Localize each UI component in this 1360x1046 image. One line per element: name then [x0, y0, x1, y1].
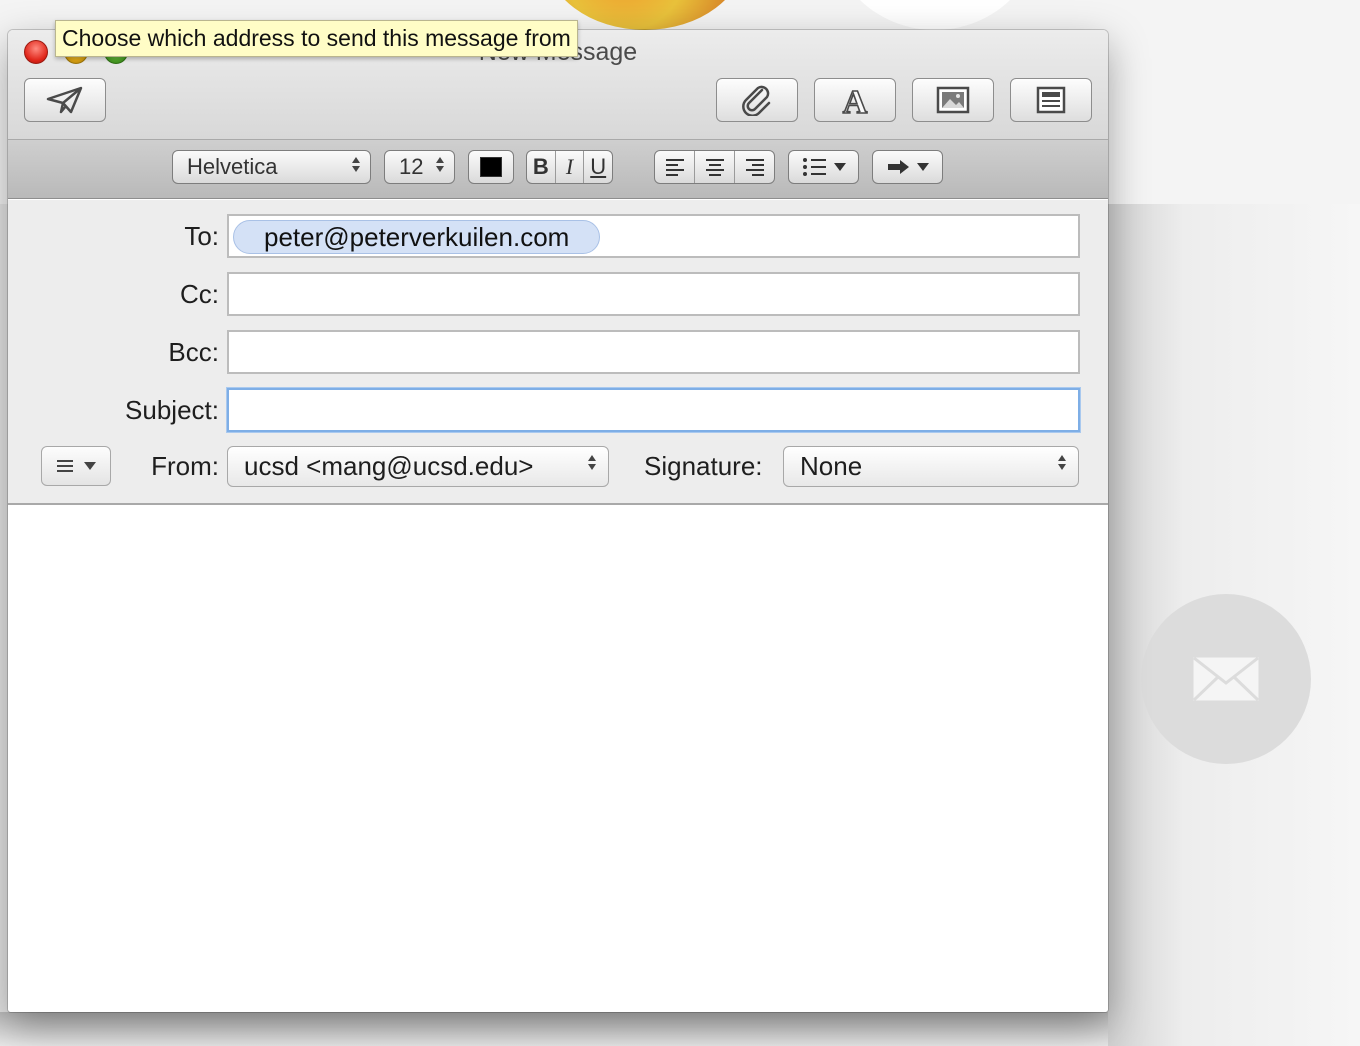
from-account-value: ucsd <mang@ucsd.edu> [244, 451, 534, 481]
list-format-button[interactable] [788, 150, 859, 184]
from-label: From: [151, 451, 219, 481]
font-size-value: 12 [399, 154, 424, 179]
cc-input[interactable] [229, 274, 1078, 314]
to-field[interactable]: peter@peterverkuilen.com [227, 214, 1080, 258]
signature-value: None [800, 451, 863, 481]
align-left-icon [665, 159, 684, 176]
from-account-select[interactable]: ucsd <mang@ucsd.edu> [227, 446, 609, 487]
svg-text:A: A [843, 84, 868, 116]
underline-button[interactable]: U [584, 151, 612, 183]
font-size-select[interactable]: 12 [384, 150, 455, 184]
align-right-button[interactable] [735, 151, 774, 183]
chevron-down-icon [916, 163, 929, 171]
photo-browser-button[interactable] [912, 78, 994, 122]
bulleted-list-icon [802, 158, 826, 176]
message-headers: To: peter@peterverkuilen.com Cc: Bcc: Su… [8, 200, 1108, 505]
text-color-button[interactable] [468, 150, 514, 184]
letter-a-icon: A [842, 84, 869, 116]
format-bar: Helvetica 12 B I U [8, 140, 1108, 199]
signature-select[interactable]: None [783, 446, 1079, 487]
indent-button[interactable] [872, 150, 943, 184]
attach-button[interactable] [716, 78, 798, 122]
recipient-token[interactable]: peter@peterverkuilen.com [233, 220, 601, 254]
bcc-field [227, 330, 1080, 374]
text-alignment-group [654, 150, 775, 184]
bold-button[interactable]: B [527, 151, 556, 183]
photo-browser-icon [936, 86, 970, 114]
subject-field [227, 388, 1080, 432]
align-right-icon [745, 159, 764, 176]
to-label: To: [184, 221, 219, 251]
font-family-value: Helvetica [187, 154, 278, 179]
stepper-arrows-icon [588, 455, 596, 470]
send-button[interactable] [24, 78, 106, 122]
text-style-group: B I U [526, 150, 613, 184]
stationery-icon [1036, 86, 1066, 114]
align-center-icon [705, 159, 724, 176]
subject-input[interactable] [229, 390, 1078, 430]
stepper-arrows-icon [1058, 455, 1066, 470]
subject-label: Subject: [125, 395, 219, 425]
align-left-button[interactable] [655, 151, 695, 183]
stepper-arrows-icon [352, 157, 360, 172]
background-page-bottom [0, 1012, 1108, 1046]
cc-field [227, 272, 1080, 316]
menu-lines-icon [57, 460, 73, 472]
chevron-down-icon [833, 163, 846, 171]
paperclip-icon [742, 85, 771, 116]
from-address-tooltip: Choose which address to send this messag… [55, 20, 578, 57]
bcc-label: Bcc: [168, 337, 219, 367]
text-color-swatch [480, 157, 502, 177]
font-family-select[interactable]: Helvetica [172, 150, 371, 184]
compose-window: New Message A [8, 30, 1108, 1012]
signature-label: Signature: [644, 451, 763, 481]
italic-button[interactable]: I [556, 151, 585, 183]
cc-label: Cc: [180, 279, 219, 309]
mail-envelope-button[interactable] [1141, 594, 1311, 764]
header-options-button[interactable] [41, 446, 111, 486]
envelope-icon [1193, 657, 1259, 701]
chevron-down-icon [84, 462, 96, 470]
indent-arrow-icon [887, 160, 909, 174]
fonts-button[interactable]: A [814, 78, 896, 122]
stationery-button[interactable] [1010, 78, 1092, 122]
stepper-arrows-icon [436, 157, 444, 172]
message-body[interactable] [8, 505, 1108, 1012]
bcc-input[interactable] [229, 332, 1078, 372]
paper-plane-icon [46, 86, 83, 114]
align-center-button[interactable] [695, 151, 735, 183]
